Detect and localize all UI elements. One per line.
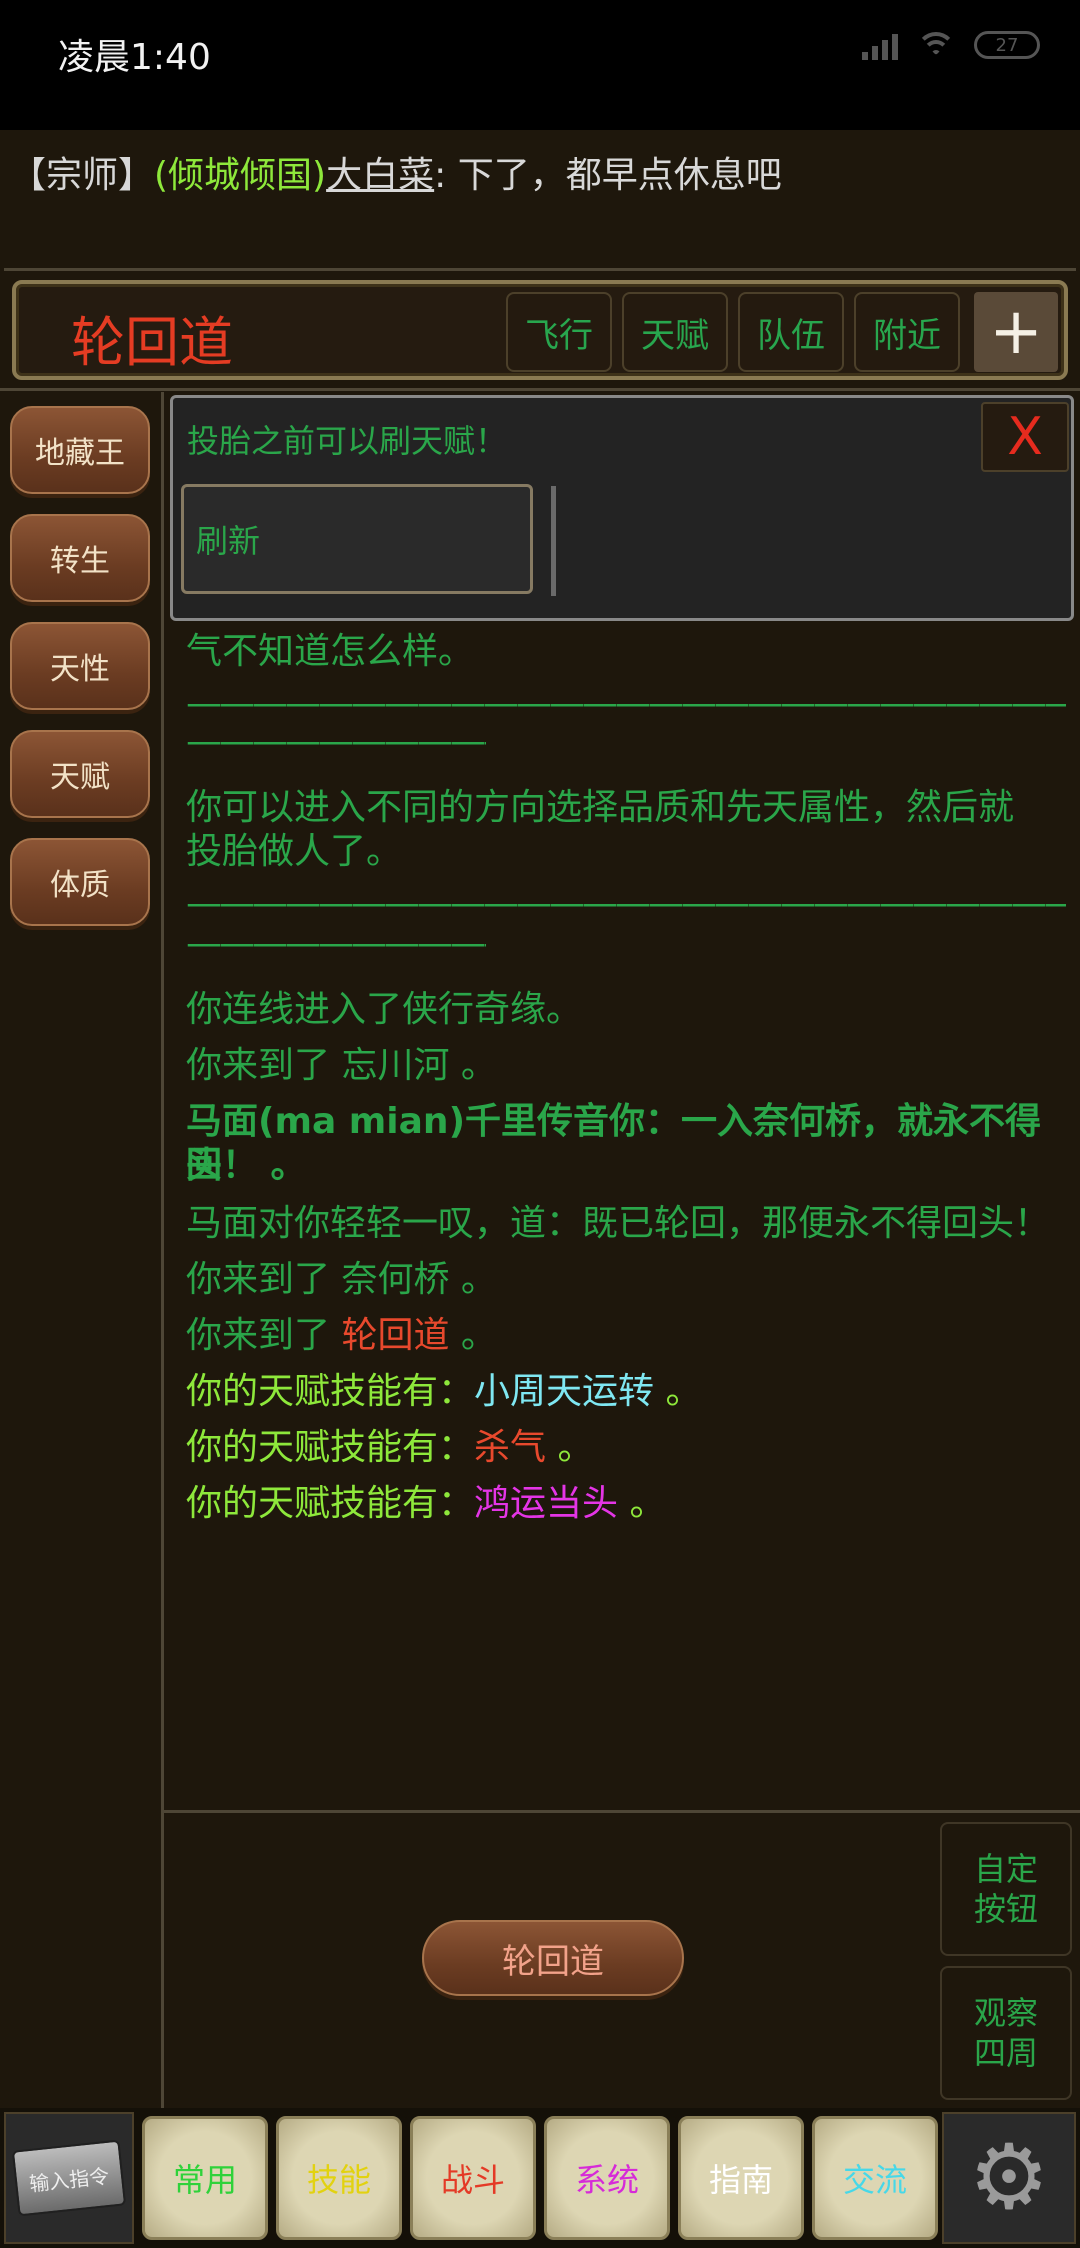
log-line: 你的天赋技能有：小周天运转 。 xyxy=(186,1370,1066,1414)
chat-rank: 【宗师】 xyxy=(10,155,155,196)
custom-button-line1: 自定 xyxy=(973,1850,1038,1888)
log-place[interactable]: 奈何桥 xyxy=(341,1259,449,1300)
log-text: 你的天赋技能有： xyxy=(186,1371,475,1412)
log-line: 头！ 。 xyxy=(186,1145,307,1186)
status-time: 凌晨1:40 xyxy=(58,37,211,78)
log-separator: —————————————————————————————————— xyxy=(186,721,486,762)
talent-header-button[interactable]: 天赋 xyxy=(622,292,728,372)
log-place[interactable]: 忘川河 xyxy=(341,1045,449,1086)
log-line: 你来到了 忘川河 。 xyxy=(186,1044,1066,1088)
signal-icon xyxy=(862,30,898,60)
log-line: 气不知道怎么样。 xyxy=(186,631,475,672)
log-text: 你来到了 xyxy=(186,1045,342,1086)
log-line: 你的天赋技能有：杀气 。 xyxy=(186,1426,1066,1470)
log-text: 。 xyxy=(618,1483,666,1524)
talent-skill: 杀气 xyxy=(474,1427,547,1468)
status-icons: 27 xyxy=(862,30,1040,60)
log-separator: —————————————————————————————————— xyxy=(186,923,486,964)
log-text: 你的天赋技能有： xyxy=(186,1427,475,1468)
tab-chat[interactable]: 交流 xyxy=(812,2116,938,2240)
observe-button-line2: 四周 xyxy=(973,2034,1038,2072)
close-icon[interactable]: X xyxy=(981,402,1069,472)
divider xyxy=(0,388,1080,391)
log-text: 。 xyxy=(449,1045,497,1086)
tab-common[interactable]: 常用 xyxy=(142,2116,268,2240)
log-text: 你的天赋技能有： xyxy=(186,1483,475,1524)
log-line: 你来到了 轮回道 。 xyxy=(186,1314,1066,1358)
world-chat-line: 【宗师】(倾城倾国)大白菜: 下了，都早点休息吧 xyxy=(10,146,782,198)
sidebar-item-nature[interactable]: 天性 xyxy=(10,622,150,710)
log-text: 。 xyxy=(449,1259,497,1300)
log-place[interactable]: 轮回道 xyxy=(341,1315,449,1356)
team-button[interactable]: 队伍 xyxy=(738,292,844,372)
command-input-button[interactable]: 输入指令 xyxy=(4,2112,134,2244)
divider xyxy=(164,1810,1080,1813)
log-text: 。 xyxy=(546,1427,594,1468)
dialog-message: 投胎之前可以刷天赋！ xyxy=(187,422,508,460)
log-text: 你来到了 xyxy=(186,1259,342,1300)
log-line: 你来到了 奈何桥 。 xyxy=(186,1258,1066,1302)
refresh-button[interactable]: 刷新 xyxy=(181,484,533,594)
tab-guide[interactable]: 指南 xyxy=(678,2116,804,2240)
sidebar-item-talent[interactable]: 天赋 xyxy=(10,730,150,818)
location-header: 轮回道 飞行 天赋 队伍 附近 + xyxy=(12,280,1068,380)
status-bar: 凌晨1:40 27 xyxy=(0,0,1080,130)
tab-system[interactable]: 系统 xyxy=(544,2116,670,2240)
battery-icon: 27 xyxy=(974,31,1040,59)
chat-guild[interactable]: (倾城倾国) xyxy=(154,155,326,196)
log-text: 。 xyxy=(654,1371,702,1412)
chat-message: : 下了，都早点休息吧 xyxy=(434,155,782,196)
tab-combat[interactable]: 战斗 xyxy=(410,2116,536,2240)
keyboard-icon: 输入指令 xyxy=(11,2139,127,2217)
wifi-icon xyxy=(916,30,956,60)
observe-button-line1: 观察 xyxy=(973,1994,1038,2032)
log-line: 你的天赋技能有：鸿运当头 。 xyxy=(186,1482,1066,1526)
reroll-talent-dialog: 投胎之前可以刷天赋！ X 刷新 xyxy=(170,395,1074,621)
current-location-button[interactable]: 轮回道 xyxy=(422,1920,684,1996)
log-separator: —————————————————————————————————— xyxy=(186,883,1066,924)
log-line: 你连线进入了侠行奇缘。 xyxy=(186,989,583,1030)
talent-skill: 小周天运转 xyxy=(474,1371,655,1412)
log-text: 。 xyxy=(449,1315,497,1356)
nearby-button[interactable]: 附近 xyxy=(854,292,960,372)
custom-button-line2: 按钮 xyxy=(973,1890,1038,1928)
settings-button[interactable]: ⚙ xyxy=(942,2112,1076,2244)
gear-icon: ⚙ xyxy=(968,2125,1050,2230)
sidebar-item-constitution[interactable]: 体质 xyxy=(10,838,150,926)
log-line: 你可以进入不同的方向选择品质和先天属性，然后就 xyxy=(186,787,1015,828)
plus-button[interactable]: + xyxy=(974,292,1058,372)
app-root: 凌晨1:40 27 【宗师】(倾城倾国)大白菜: 下了，都早点休息吧 轮回道 飞… xyxy=(0,0,1080,2248)
location-title: 轮回道 xyxy=(71,311,233,374)
sidebar-item-dizangwang[interactable]: 地藏王 xyxy=(10,406,150,494)
chat-username[interactable]: 大白菜 xyxy=(326,155,434,196)
talent-skill: 鸿运当头 xyxy=(474,1483,619,1524)
fly-button[interactable]: 飞行 xyxy=(506,292,612,372)
log-line: 马面对你轻轻一叹，道：既已轮回，那便永不得回头！ xyxy=(186,1203,1051,1244)
tab-skills[interactable]: 技能 xyxy=(276,2116,402,2240)
divider xyxy=(4,268,1076,271)
sidebar-item-rebirth[interactable]: 转生 xyxy=(10,514,150,602)
action-sidebar: 地藏王 转生 天性 天赋 体质 xyxy=(0,392,164,2108)
log-text: 你来到了 xyxy=(186,1315,342,1356)
dialog-divider xyxy=(551,486,556,596)
custom-button[interactable]: 自定 按钮 xyxy=(940,1822,1072,1956)
bottom-tab-bar: 输入指令 常用 技能 战斗 系统 指南 交流 ⚙ xyxy=(0,2108,1080,2248)
log-line: 投胎做人了。 xyxy=(186,831,403,872)
observe-button[interactable]: 观察 四周 xyxy=(940,1966,1072,2100)
